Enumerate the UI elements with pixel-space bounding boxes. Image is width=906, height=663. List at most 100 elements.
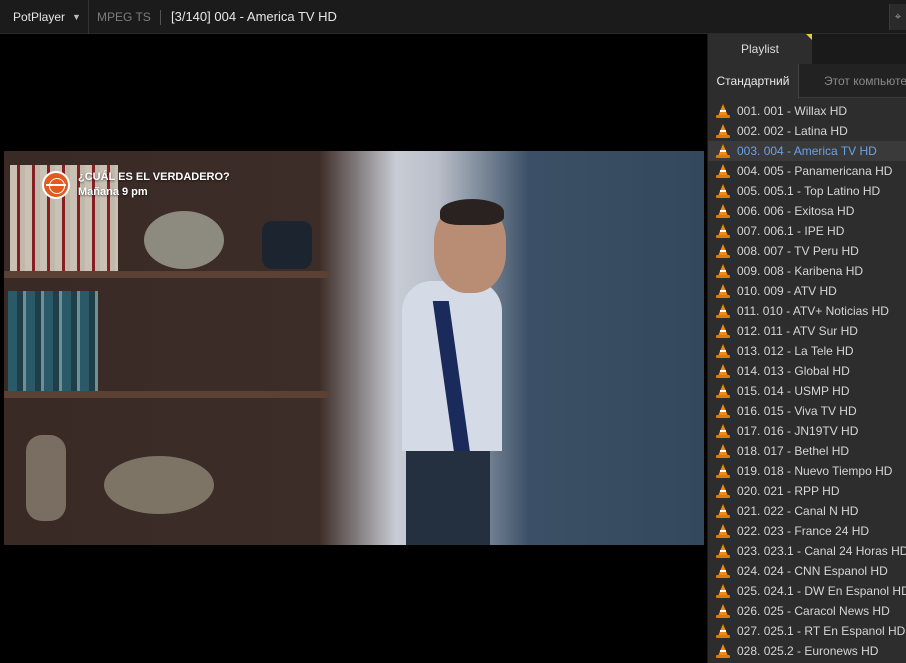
vlc-cone-icon — [716, 584, 730, 598]
playlist-item[interactable]: 020. 021 - RPP HD — [708, 481, 906, 501]
vlc-cone-icon — [716, 644, 730, 658]
playlist-panel: Playlist Стандартний Этот компьюте 001. … — [707, 34, 906, 663]
vlc-cone-icon — [716, 484, 730, 498]
video-frame[interactable]: ¿CUÁL ES EL VERDADERO? Mañana 9 pm — [4, 151, 704, 545]
playlist-item[interactable]: 015. 014 - USMP HD — [708, 381, 906, 401]
playlist-item-label: 002. 002 - Latina HD — [737, 124, 848, 138]
video-area[interactable]: ¿CUÁL ES EL VERDADERO? Mañana 9 pm — [0, 34, 707, 663]
person-hair — [440, 199, 504, 225]
vlc-cone-icon — [716, 164, 730, 178]
vlc-cone-icon — [716, 264, 730, 278]
playlist-item[interactable]: 017. 016 - JN19TV HD — [708, 421, 906, 441]
playlist-item[interactable]: 008. 007 - TV Peru HD — [708, 241, 906, 261]
playlist-item[interactable]: 007. 006.1 - IPE HD — [708, 221, 906, 241]
vlc-cone-icon — [716, 244, 730, 258]
playlist-item[interactable]: 003. 004 - America TV HD — [708, 141, 906, 161]
playlist-item-label: 014. 013 - Global HD — [737, 364, 850, 378]
playlist-item-label: 028. 025.2 - Euronews HD — [737, 644, 879, 658]
bowl-decoration — [104, 456, 214, 514]
playlist-item[interactable]: 013. 012 - La Tele HD — [708, 341, 906, 361]
playlist-item-label: 013. 012 - La Tele HD — [737, 344, 854, 358]
app-name: PotPlayer — [13, 10, 66, 24]
playlist-item-label: 016. 015 - Viva TV HD — [737, 404, 857, 418]
playlist-item-label: 006. 006 - Exitosa HD — [737, 204, 855, 218]
vlc-cone-icon — [716, 364, 730, 378]
vlc-cone-icon — [716, 424, 730, 438]
playlist-item-label: 004. 005 - Panamericana HD — [737, 164, 893, 178]
tab-playlist[interactable]: Playlist — [708, 34, 812, 64]
playlist-item-label: 023. 023.1 - Canal 24 Horas HD — [737, 544, 906, 558]
overlay-line-2: Mañana 9 pm — [78, 186, 148, 198]
overlay-text: ¿CUÁL ES EL VERDADERO? Mañana 9 pm — [78, 170, 230, 200]
playlist-item[interactable]: 024. 024 - CNN Espanol HD — [708, 561, 906, 581]
playlist-item[interactable]: 006. 006 - Exitosa HD — [708, 201, 906, 221]
app-menu-button[interactable]: PotPlayer ▼ — [0, 0, 89, 34]
subtab-standard[interactable]: Стандартний — [708, 64, 799, 99]
playlist-item[interactable]: 025. 024.1 - DW En Espanol HD — [708, 581, 906, 601]
vlc-cone-icon — [716, 624, 730, 638]
playlist-item[interactable]: 019. 018 - Nuevo Tiempo HD — [708, 461, 906, 481]
vlc-cone-icon — [716, 564, 730, 578]
person-pants — [406, 451, 490, 545]
clock-decoration — [262, 221, 312, 269]
playlist-item-label: 026. 025 - Caracol News HD — [737, 604, 890, 618]
playlist-item[interactable]: 023. 023.1 - Canal 24 Horas HD — [708, 541, 906, 561]
playlist-item[interactable]: 014. 013 - Global HD — [708, 361, 906, 381]
vlc-cone-icon — [716, 324, 730, 338]
globe-logo-icon — [42, 171, 70, 199]
playlist-item[interactable]: 012. 011 - ATV Sur HD — [708, 321, 906, 341]
playlist-item-label: 011. 010 - ATV+ Noticias HD — [737, 304, 889, 318]
playlist-item-label: 008. 007 - TV Peru HD — [737, 244, 859, 258]
media-format-label: MPEG TS — [97, 10, 151, 24]
vlc-cone-icon — [716, 544, 730, 558]
vlc-cone-icon — [716, 384, 730, 398]
playlist-item-label: 010. 009 - ATV HD — [737, 284, 837, 298]
vlc-cone-icon — [716, 284, 730, 298]
channel-overlay: ¿CUÁL ES EL VERDADERO? Mañana 9 pm — [42, 170, 230, 200]
playlist-item-label: 012. 011 - ATV Sur HD — [737, 324, 858, 338]
playlist-item-label: 024. 024 - CNN Espanol HD — [737, 564, 888, 578]
playlist-item[interactable]: 004. 005 - Panamericana HD — [708, 161, 906, 181]
bookshelf-books-middle — [8, 291, 98, 391]
playlist-item[interactable]: 016. 015 - Viva TV HD — [708, 401, 906, 421]
playlist-item[interactable]: 005. 005.1 - Top Latino HD — [708, 181, 906, 201]
panel-tab-bar: Playlist — [708, 34, 906, 64]
playlist-item-label: 017. 016 - JN19TV HD — [737, 424, 859, 438]
media-title: [3/140] 004 - America TV HD — [171, 9, 337, 24]
playlist-item[interactable]: 028. 025.2 - Euronews HD — [708, 641, 906, 661]
pin-icon[interactable]: ⌖ — [889, 4, 906, 30]
playlist-item[interactable]: 002. 002 - Latina HD — [708, 121, 906, 141]
playlist-item-label: 009. 008 - Karibena HD — [737, 264, 864, 278]
tab-marker-icon — [806, 34, 812, 40]
tab-playlist-label: Playlist — [740, 42, 779, 56]
playlist-item-label: 003. 004 - America TV HD — [737, 144, 877, 158]
vlc-cone-icon — [716, 404, 730, 418]
playlist-item-label: 025. 024.1 - DW En Espanol HD — [737, 584, 906, 598]
playlist-item[interactable]: 021. 022 - Canal N HD — [708, 501, 906, 521]
vlc-cone-icon — [716, 444, 730, 458]
vlc-cone-icon — [716, 184, 730, 198]
playlist-item-label: 027. 025.1 - RT En Espanol HD — [737, 624, 906, 638]
vlc-cone-icon — [716, 124, 730, 138]
playlist-list: 001. 001 - Willax HD 002. 002 - Latina HD… — [708, 101, 906, 661]
playlist-item[interactable]: 009. 008 - Karibena HD — [708, 261, 906, 281]
vlc-cone-icon — [716, 104, 730, 118]
vlc-cone-icon — [716, 524, 730, 538]
playlist-item[interactable]: 010. 009 - ATV HD — [708, 281, 906, 301]
playlist-item-label: 001. 001 - Willax HD — [737, 104, 848, 118]
playlist-item[interactable]: 011. 010 - ATV+ Noticias HD — [708, 301, 906, 321]
vlc-cone-icon — [716, 464, 730, 478]
shelf-top — [4, 271, 329, 278]
subtab-this-computer[interactable]: Этот компьюте — [799, 64, 906, 98]
playlist-item[interactable]: 001. 001 - Willax HD — [708, 101, 906, 121]
title-bar: PotPlayer ▼ MPEG TS [3/140] 004 - Americ… — [0, 0, 906, 34]
playlist-item[interactable]: 027. 025.1 - RT En Espanol HD — [708, 621, 906, 641]
vlc-cone-icon — [716, 604, 730, 618]
playlist-item[interactable]: 018. 017 - Bethel HD — [708, 441, 906, 461]
playlist-item[interactable]: 026. 025 - Caracol News HD — [708, 601, 906, 621]
jar-decoration — [26, 435, 66, 521]
vlc-cone-icon — [716, 204, 730, 218]
playlist-item-label: 005. 005.1 - Top Latino HD — [737, 184, 881, 198]
vlc-cone-icon — [716, 224, 730, 238]
playlist-item[interactable]: 022. 023 - France 24 HD — [708, 521, 906, 541]
